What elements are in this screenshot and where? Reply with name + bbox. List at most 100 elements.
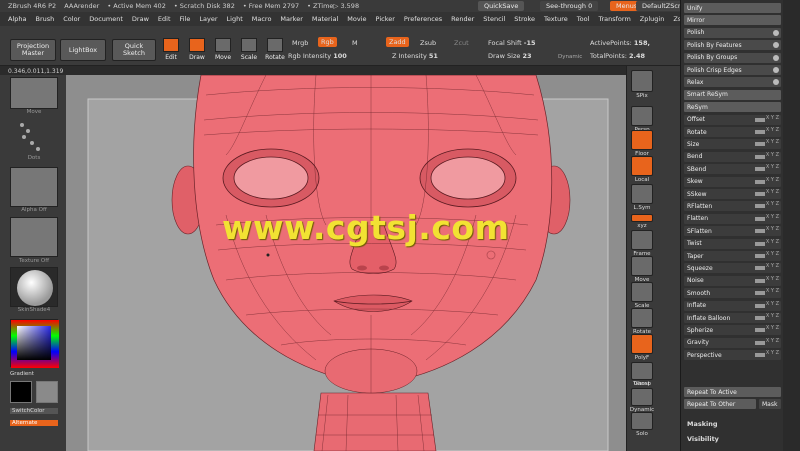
zadd-button[interactable]: Zadd xyxy=(386,37,409,47)
menu-edit[interactable]: Edit xyxy=(158,15,171,23)
mask-button[interactable]: Mask xyxy=(759,399,781,409)
focal-shift-slider[interactable]: Focal Shift -15 xyxy=(488,39,536,47)
menu-document[interactable]: Document xyxy=(89,15,123,23)
slider-knob[interactable] xyxy=(755,278,765,283)
strip-local-button[interactable] xyxy=(631,156,653,176)
visibility-subpalette[interactable]: Visibility xyxy=(687,435,719,443)
deform-polish[interactable]: Polish xyxy=(684,27,781,38)
slider-knob[interactable] xyxy=(755,254,765,258)
switch-color-button[interactable]: SwitchColor xyxy=(10,408,58,414)
texture-thumbnail[interactable] xyxy=(10,217,58,257)
strip-frame-button[interactable] xyxy=(631,230,653,250)
menu-marker[interactable]: Marker xyxy=(280,15,302,23)
dynamic-toggle[interactable]: Dynamic xyxy=(558,54,582,60)
quicksave-button[interactable]: QuickSave xyxy=(478,1,525,11)
see-through-slider[interactable]: See-through 0 xyxy=(540,1,599,11)
menu-picker[interactable]: Picker xyxy=(376,15,395,23)
rotate-button[interactable]: Rotate xyxy=(264,31,286,61)
zsub-button[interactable]: Zsub xyxy=(420,39,436,47)
deform-rotate[interactable]: Rotate X Y Z xyxy=(684,127,781,137)
rgb-intensity-slider[interactable]: Rgb Intensity 100 xyxy=(288,52,347,60)
slider-knob[interactable] xyxy=(755,130,765,134)
xyz-axis-toggle[interactable]: X Y Z xyxy=(766,325,779,331)
deform-noise[interactable]: Noise X Y Z xyxy=(684,275,781,286)
xyz-axis-toggle[interactable]: X Y Z xyxy=(766,239,779,245)
slider-knob[interactable] xyxy=(755,216,765,221)
palette-scrollbar[interactable] xyxy=(783,0,800,451)
rgb-button[interactable]: Rgb xyxy=(318,37,337,47)
menu-material[interactable]: Material xyxy=(312,15,338,23)
quick-sketch-button[interactable]: Quick Sketch xyxy=(112,39,156,61)
xyz-axis-toggle[interactable]: X Y Z xyxy=(766,301,779,307)
scale-button[interactable]: Scale xyxy=(238,31,260,61)
xyz-axis-toggle[interactable]: X Y Z xyxy=(766,177,779,183)
gradient-toggle[interactable]: Gradient xyxy=(10,371,58,377)
deform-spherize[interactable]: Spherize X Y Z xyxy=(684,325,781,336)
material-thumbnail[interactable] xyxy=(10,267,58,307)
menu-texture[interactable]: Texture xyxy=(544,15,568,23)
xyz-axis-toggle[interactable]: X Y Z xyxy=(766,226,779,232)
deform-smart-resym[interactable]: Smart ReSym xyxy=(684,89,781,100)
xyz-axis-toggle[interactable]: X Y Z xyxy=(766,201,779,207)
move-button[interactable]: Move xyxy=(212,31,234,61)
menu-stencil[interactable]: Stencil xyxy=(483,15,505,23)
deform-taper[interactable]: Taper X Y Z xyxy=(684,251,781,261)
color-picker[interactable] xyxy=(10,319,59,368)
slider-knob[interactable] xyxy=(755,266,765,271)
strip-xyz-button[interactable] xyxy=(631,214,653,222)
strip-persp-button[interactable] xyxy=(631,106,653,126)
strip-floor-button[interactable] xyxy=(631,130,653,150)
deform-flatten[interactable]: Flatten X Y Z xyxy=(684,213,781,224)
xyz-axis-toggle[interactable]: X Y Z xyxy=(766,338,779,344)
zcut-button[interactable]: Zcut xyxy=(454,39,469,47)
menu-tool[interactable]: Tool xyxy=(577,15,590,23)
xyz-axis-toggle[interactable]: X Y Z xyxy=(766,214,779,220)
slider-knob[interactable] xyxy=(755,192,765,196)
menu-light[interactable]: Light xyxy=(227,15,243,23)
xyz-axis-toggle[interactable]: X Y Z xyxy=(766,350,779,356)
slider-knob[interactable] xyxy=(755,142,765,147)
menu-stroke[interactable]: Stroke xyxy=(514,15,535,23)
repeat-to-active-button[interactable]: Repeat To Active xyxy=(684,387,781,397)
deform-polish-crisp-edges[interactable]: Polish Crisp Edges xyxy=(684,65,781,75)
deform-relax[interactable]: Relax xyxy=(684,77,781,88)
deform-mirror[interactable]: Mirror xyxy=(684,15,781,26)
menu-brush[interactable]: Brush xyxy=(35,15,54,23)
lightbox-button[interactable]: LightBox xyxy=(60,39,106,61)
draw-size-slider[interactable]: Draw Size 23 xyxy=(488,52,532,60)
slider-knob[interactable] xyxy=(755,117,765,122)
z-intensity-slider[interactable]: Z Intensity 51 xyxy=(392,52,438,60)
strip-dynamic-button[interactable] xyxy=(631,388,653,406)
menu-zplugin[interactable]: Zplugin xyxy=(640,15,665,23)
deform-unify[interactable]: Unify xyxy=(684,3,781,13)
deform-squeeze[interactable]: Squeeze X Y Z xyxy=(684,263,781,274)
deform-gravity[interactable]: Gravity X Y Z xyxy=(684,337,781,348)
slider-knob[interactable] xyxy=(755,154,765,159)
menu-macro[interactable]: Macro xyxy=(252,15,272,23)
brush-thumbnail[interactable] xyxy=(10,77,58,109)
strip-move-button[interactable] xyxy=(631,256,653,276)
deform-size[interactable]: Size X Y Z xyxy=(684,139,781,150)
deform-smooth[interactable]: Smooth X Y Z xyxy=(684,288,781,299)
deform-twist[interactable]: Twist X Y Z xyxy=(684,238,781,249)
alternate-button[interactable]: Alternate xyxy=(10,420,58,426)
menu-draw[interactable]: Draw xyxy=(132,15,149,23)
strip-lsym-button[interactable] xyxy=(631,184,653,204)
xyz-axis-toggle[interactable]: X Y Z xyxy=(766,288,779,294)
menu-transform[interactable]: Transform xyxy=(598,15,630,23)
xyz-axis-toggle[interactable]: X Y Z xyxy=(766,313,779,319)
xyz-axis-toggle[interactable]: X Y Z xyxy=(766,152,779,158)
menu-render[interactable]: Render xyxy=(451,15,474,23)
deform-inflate-balloon[interactable]: Inflate Balloon X Y Z xyxy=(684,313,781,323)
deform-sskew[interactable]: SSkew X Y Z xyxy=(684,189,781,199)
menu-alpha[interactable]: Alpha xyxy=(8,15,26,23)
secondary-color-swatch[interactable] xyxy=(36,381,58,403)
xyz-axis-toggle[interactable]: X Y Z xyxy=(766,276,779,282)
alpha-thumbnail[interactable] xyxy=(10,167,58,207)
deform-sflatten[interactable]: SFlatten X Y Z xyxy=(684,226,781,237)
slider-knob[interactable] xyxy=(755,328,765,333)
edit-button[interactable]: Edit xyxy=(160,31,182,61)
menu-layer[interactable]: Layer xyxy=(199,15,217,23)
sculpt-viewport[interactable] xyxy=(66,75,626,451)
xyz-axis-toggle[interactable]: X Y Z xyxy=(766,139,779,145)
